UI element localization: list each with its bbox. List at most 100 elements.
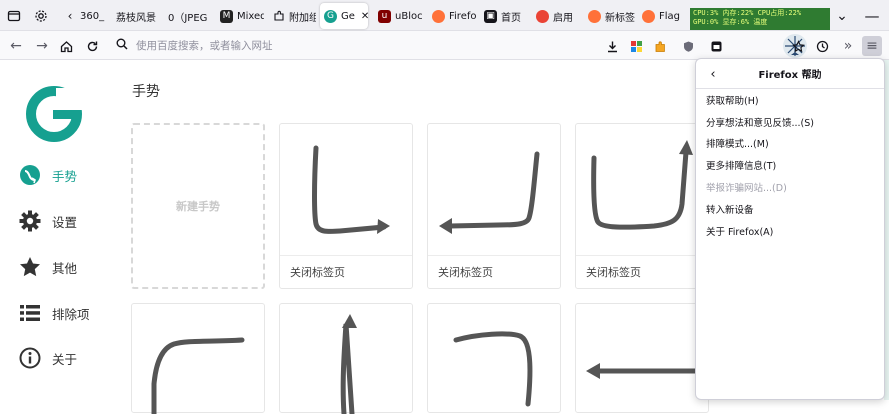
star-icon xyxy=(18,255,42,279)
gesture-app-icon: G xyxy=(324,9,337,23)
panel-title: Firefox 帮助 xyxy=(758,70,822,81)
tab[interactable]: 荔枝风景 xyxy=(112,3,160,29)
tab-strip: ‹ 360_ 荔枝风景 0（JPEG M Mixed 附加组 G Ge ✕ u … xyxy=(0,0,889,31)
firefox-icon xyxy=(642,9,655,23)
mixed-icon: M xyxy=(220,9,233,23)
system-monitor-overlay: CPU:3% 内存:22% CPU占用:22% GPU:0% 显存:6% 温度 xyxy=(690,8,830,30)
gesture-card[interactable]: 关闭标签页 xyxy=(279,123,413,289)
gesture-down-right-stroke xyxy=(312,145,390,234)
gesture-card[interactable] xyxy=(279,303,413,414)
tab-label: uBloc xyxy=(395,10,422,22)
tab-label: 首页 xyxy=(501,12,521,24)
tab-label: Flag xyxy=(659,10,681,22)
menu-item-get-help[interactable]: 获取帮助(H) xyxy=(706,92,876,112)
chrome-icon xyxy=(536,9,549,23)
tab[interactable]: u uBloc xyxy=(374,3,422,29)
firefox-icon xyxy=(588,9,601,23)
new-gesture-card[interactable]: 新建手势 xyxy=(131,123,265,289)
gesture-left-stroke xyxy=(586,363,699,379)
system-monitor-line: GPU:0% 显存:6% 温度 xyxy=(693,18,768,26)
navigation-toolbar: ← → 使用百度搜索，或者输入网址 » ≡ xyxy=(0,31,889,60)
sidebar-item-label: 其他 xyxy=(52,260,78,276)
forward-arrow-icon[interactable]: → xyxy=(32,36,52,56)
sidebar-item-settings[interactable]: 设置 xyxy=(18,208,77,234)
gesture-card[interactable] xyxy=(131,303,265,414)
list-icon xyxy=(18,301,42,325)
puzzle-extension-icon[interactable] xyxy=(650,36,670,56)
tab[interactable]: 360_ xyxy=(76,3,106,29)
tab[interactable]: 启用 xyxy=(532,3,580,29)
sidebar-item-gestures[interactable]: 手势 xyxy=(18,162,77,188)
overflow-chevrons-icon[interactable]: » xyxy=(838,36,858,56)
tab-label: 360_ xyxy=(80,10,105,22)
menu-item-switch-device[interactable]: 转入新设备 xyxy=(706,201,876,221)
app-logo-icon xyxy=(26,86,82,142)
url-bar[interactable]: 使用百度搜索，或者输入网址 xyxy=(108,34,478,57)
tab[interactable]: 新标签 xyxy=(584,3,636,29)
gear-icon xyxy=(18,209,42,233)
tab-overview-icon[interactable] xyxy=(4,6,24,26)
tab-label: 荔枝风景 xyxy=(116,12,156,24)
back-chevron-icon[interactable]: ‹ xyxy=(704,65,722,83)
sidebar-item-label: 排除项 xyxy=(52,306,90,322)
minimize-icon[interactable]: — xyxy=(862,6,882,26)
gesture-card[interactable]: 关闭标签页 xyxy=(427,123,561,289)
tab-label: 0（JPEG xyxy=(168,12,208,24)
sidebar-item-exclusions[interactable]: 排除项 xyxy=(18,300,90,326)
firefox-icon xyxy=(432,9,445,23)
firefox-help-panel: Firefox 帮助 ‹ 获取帮助(H) 分享想法和意见反馈...(S) 排障模… xyxy=(695,58,885,400)
ublock-icon: u xyxy=(378,9,391,23)
gesture-card[interactable] xyxy=(427,303,561,413)
download-icon[interactable] xyxy=(602,36,622,56)
sidebar-item-about[interactable]: 关于 xyxy=(18,345,77,371)
chevron-down-icon[interactable]: ⌄ xyxy=(832,6,852,26)
reload-icon[interactable] xyxy=(82,36,102,56)
menu-item-report-deceptive-site: 举报诈骗网站...(D) xyxy=(706,183,787,194)
close-icon[interactable]: ✕ xyxy=(361,11,368,22)
tab[interactable]: ▣ 首页 xyxy=(480,3,528,29)
panel-header: Firefox 帮助 xyxy=(696,59,884,89)
menu-item-share-feedback[interactable]: 分享想法和意见反馈...(S) xyxy=(706,114,876,134)
tab-label: Mixed xyxy=(237,10,264,22)
gesture-card-label: 关闭标签页 xyxy=(280,255,412,288)
puzzle-icon xyxy=(272,10,285,23)
gesture-card[interactable]: 关闭标签页 xyxy=(575,123,709,289)
tab[interactable]: Firefo xyxy=(428,3,476,29)
tab-label: Ge xyxy=(341,10,355,22)
gesture-icon xyxy=(18,163,42,187)
tab-label: 附加组 xyxy=(289,12,316,24)
tab-label: Firefo xyxy=(449,10,476,22)
gesture-card-label: 关闭标签页 xyxy=(428,255,560,288)
gesture-down-left-stroke xyxy=(439,151,540,234)
page-title: 手势 xyxy=(132,84,160,100)
tab[interactable]: Flag xyxy=(638,3,688,29)
home-icon[interactable] xyxy=(56,36,76,56)
sidebar-item-other[interactable]: 其他 xyxy=(18,254,77,280)
tab-active[interactable]: G Ge ✕ xyxy=(320,3,368,29)
tab[interactable]: 0（JPEG xyxy=(164,3,208,29)
bookmark-star-icon[interactable] xyxy=(788,36,808,56)
system-monitor-line: CPU:3% 内存:22% CPU占用:22% xyxy=(693,9,802,17)
back-arrow-icon[interactable]: ← xyxy=(6,36,26,56)
sidebar-item-label: 手势 xyxy=(52,168,78,184)
menu-item-more-troubleshooting[interactable]: 更多排障信息(T) xyxy=(706,157,876,177)
container-icon[interactable] xyxy=(706,36,726,56)
hamburger-menu-icon[interactable]: ≡ xyxy=(862,36,882,56)
gesture-card-label: 关闭标签页 xyxy=(576,255,708,288)
gesture-curve-left-stroke xyxy=(453,331,533,407)
history-clock-icon[interactable] xyxy=(812,36,832,56)
tab[interactable]: M Mixed xyxy=(216,3,264,29)
search-icon xyxy=(116,38,128,53)
sidebar-item-label: 设置 xyxy=(52,214,78,230)
shield-icon[interactable] xyxy=(678,36,698,56)
gesture-curve-stroke xyxy=(151,337,245,414)
gesture-card[interactable] xyxy=(575,303,709,413)
gear-icon[interactable] xyxy=(31,6,51,26)
sidebar-item-label: 关于 xyxy=(52,351,78,367)
color-extension-icon[interactable] xyxy=(626,36,646,56)
url-placeholder: 使用百度搜索，或者输入网址 xyxy=(136,40,273,52)
menu-item-troubleshoot-mode[interactable]: 排障模式...(M) xyxy=(706,135,876,155)
tab[interactable]: 附加组 xyxy=(268,3,316,29)
gesture-down-right-up-stroke xyxy=(591,140,693,230)
menu-item-about-firefox[interactable]: 关于 Firefox(A) xyxy=(706,223,876,243)
